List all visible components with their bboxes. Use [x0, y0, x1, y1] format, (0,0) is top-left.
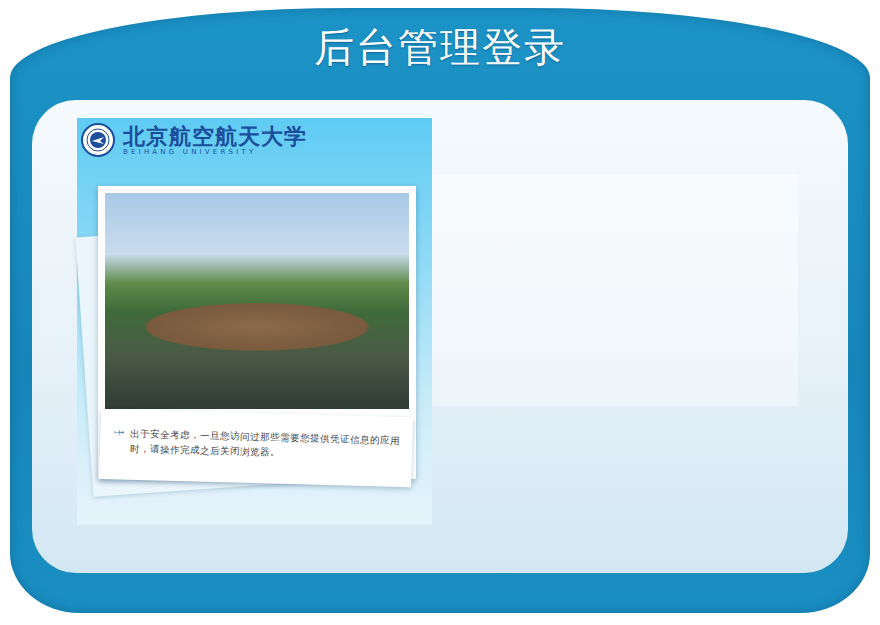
notice-sheet: 出于安全考虑，一旦您访问过那些需要您提供凭证信息的应用时，请操作完成之后关闭浏览… — [99, 409, 413, 488]
header: 后台管理登录 — [10, 8, 870, 100]
university-seal-icon — [81, 123, 115, 157]
plane-icon — [114, 427, 124, 437]
university-logo: 北京航空航天大学BEIHANG UNIVERSITY — [81, 122, 418, 158]
logo-name: 北京航空航天大学 — [123, 124, 307, 148]
logo-text: 北京航空航天大学BEIHANG UNIVERSITY — [123, 124, 307, 157]
photo-frame: 出于安全考虑，一旦您访问过那些需要您提供凭证信息的应用时，请操作完成之后关闭浏览… — [98, 186, 416, 479]
photo-stack: 出于安全考虑，一旦您访问过那些需要您提供凭证信息的应用时，请操作完成之后关闭浏览… — [98, 186, 416, 479]
content-panel: 北京航空航天大学BEIHANG UNIVERSITY 出于安全考虑，一旦您访问过那… — [32, 100, 848, 573]
page-title: 后台管理登录 — [314, 20, 566, 75]
login-form-area — [432, 174, 798, 406]
login-frame: 后台管理登录北京航空航天大学BEIHANG UNIVERSITY 出于安全考虑，一… — [10, 8, 870, 613]
notice-text: 出于安全考虑，一旦您访问过那些需要您提供凭证信息的应用时，请操作完成之后关闭浏览… — [130, 426, 403, 463]
login-page: 后台管理登录北京航空航天大学BEIHANG UNIVERSITY 出于安全考虑，一… — [0, 0, 880, 625]
campus-photo — [105, 193, 409, 409]
logo-subtitle: BEIHANG UNIVERSITY — [123, 148, 256, 156]
info-card: 北京航空航天大学BEIHANG UNIVERSITY 出于安全考虑，一旦您访问过那… — [77, 118, 432, 525]
